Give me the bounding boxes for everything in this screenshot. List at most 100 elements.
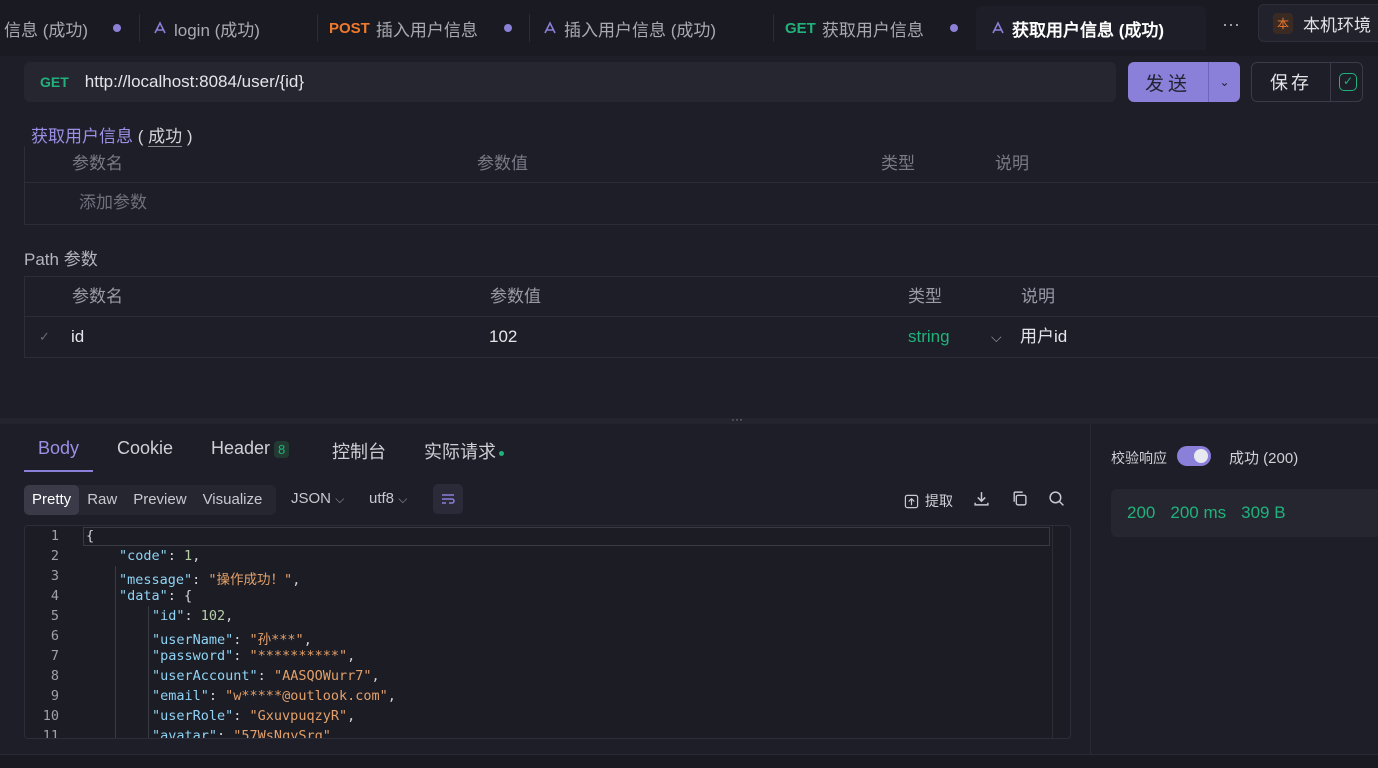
save-label: 保存 [1270, 73, 1312, 93]
code-line: { [86, 528, 95, 544]
extract-button[interactable]: 提取 [904, 491, 953, 511]
indent-guide [115, 566, 116, 738]
tab-request-0[interactable]: 信息 (成功) [0, 6, 140, 50]
example-icon [154, 21, 166, 34]
tab-cookie-label: Cookie [117, 438, 174, 458]
chevron-down-icon[interactable]: ⌵ [991, 317, 1002, 357]
breadcrumb-name[interactable]: 获取用户信息 [31, 127, 133, 146]
add-param-row[interactable]: 添加参数 [25, 183, 1378, 223]
format-select[interactable]: JSON ⌵ [291, 490, 344, 507]
search-icon[interactable] [1048, 490, 1065, 512]
tab-request-2[interactable]: POST 插入用户信息 [318, 6, 530, 50]
tab-request-4[interactable]: GET 获取用户信息 [774, 6, 974, 50]
url-bar[interactable]: GET http://localhost:8084/user/{id} [24, 62, 1116, 102]
environment-selector[interactable]: 本 本机环境 [1258, 4, 1378, 42]
env-label: 本机环境 [1303, 15, 1372, 35]
line-number: 6 [50, 628, 59, 644]
tab-label: 插入用户信息 (成功) [564, 20, 717, 40]
download-icon[interactable] [973, 490, 990, 512]
check-circle-icon[interactable]: ✓ [1339, 73, 1357, 91]
column-header: 参数值 [490, 287, 541, 306]
code-line: "code": 1, [119, 548, 201, 564]
validation-result: 成功 (200) [1229, 450, 1299, 467]
query-params-table: 参数名 参数值 类型 说明 添加参数 [24, 146, 1378, 225]
tab-cookie[interactable]: Cookie [117, 438, 173, 459]
format-label: JSON [291, 490, 332, 507]
more-icon: ··· [1222, 14, 1240, 34]
tab-request-1[interactable]: login (成功) [140, 6, 318, 50]
tab-request-5-active[interactable]: 获取用户信息 (成功) [976, 6, 1206, 50]
add-param-input[interactable]: 添加参数 [79, 183, 147, 223]
encoding-select[interactable]: utf8 ⌵ [369, 490, 407, 507]
status-bar [0, 754, 1378, 768]
save-button[interactable]: 保存 ✓ [1251, 62, 1363, 102]
unsaved-dot-icon [950, 24, 958, 32]
tab-request-3[interactable]: 插入用户信息 (成功) [530, 6, 774, 50]
validate-label: 校验响应 [1111, 450, 1167, 466]
example-icon [992, 21, 1004, 34]
line-number: 5 [50, 608, 59, 624]
param-type-select[interactable]: string [908, 317, 950, 357]
tab-label: 获取用户信息 [821, 20, 924, 40]
validate-toggle[interactable] [1177, 446, 1211, 466]
extract-icon [904, 494, 919, 508]
wrap-lines-icon [442, 494, 455, 504]
wrap-toggle-button[interactable] [433, 484, 463, 514]
response-body-editor[interactable]: 1 {2 "code": 1, 3 "message": "操作成功！", 4 "data"… [24, 525, 1071, 739]
view-mode-pretty[interactable]: Pretty [24, 485, 80, 515]
line-number: 10 [42, 708, 59, 724]
method-select[interactable]: GET [40, 74, 69, 90]
unsaved-dot-icon [113, 24, 121, 32]
param-name[interactable]: id [71, 317, 84, 357]
more-tabs-button[interactable]: ··· [1222, 14, 1240, 35]
extract-label: 提取 [925, 493, 953, 509]
url-input[interactable]: http://localhost:8084/user/{id} [85, 72, 304, 92]
method-badge: POST [329, 19, 370, 37]
row-checkbox-icon[interactable]: ✓ [39, 317, 50, 357]
header-count-badge: 8 [274, 441, 290, 458]
tab-header-label: Header [211, 438, 271, 458]
example-icon [544, 21, 556, 34]
column-header: 参数名 [72, 154, 123, 173]
view-mode-preview[interactable]: Preview [125, 485, 194, 515]
line-number: 2 [50, 548, 59, 564]
response-time: 200 ms [1170, 503, 1227, 522]
breadcrumb-status[interactable]: 成功 [148, 127, 183, 147]
column-header: 类型 [881, 154, 915, 173]
send-label: 发送 [1144, 73, 1191, 95]
status-code: 200 [1127, 503, 1156, 522]
line-number: 9 [50, 688, 59, 704]
copy-icon[interactable] [1011, 490, 1028, 512]
column-header: 参数值 [477, 154, 528, 173]
env-badge: 本 [1273, 12, 1294, 34]
tab-console[interactable]: 控制台 [332, 438, 386, 464]
tab-body[interactable]: Body [38, 438, 79, 459]
line-number: 7 [50, 648, 59, 664]
chevron-down-icon: ⌵ [335, 492, 345, 506]
breadcrumb: 获取用户信息 ( 成功 ) [31, 127, 193, 147]
method-badge: GET [785, 19, 816, 37]
line-number: 1 [50, 528, 59, 544]
param-description[interactable]: 用户id [1020, 317, 1067, 357]
tab-label: login (成功) [174, 20, 260, 40]
code-line: "data": { [119, 588, 193, 604]
active-tab-underline [24, 470, 93, 472]
chevron-down-icon: ⌵ [398, 492, 408, 506]
code-line: "id": 102, [152, 608, 234, 624]
scrollbar-track[interactable] [1052, 526, 1070, 738]
chevron-down-icon[interactable]: ⌄ [1209, 75, 1240, 89]
status-dot-icon [499, 450, 504, 456]
line-number: 4 [50, 588, 59, 604]
tab-label: 插入用户信息 [375, 20, 478, 40]
tab-actual-request[interactable]: 实际请求 [424, 438, 504, 464]
view-mode-raw[interactable]: Raw [79, 485, 125, 515]
path-params-title: Path 参数 [24, 250, 98, 269]
param-value[interactable]: 102 [489, 317, 517, 357]
tab-label: 信息 (成功) [4, 20, 89, 40]
line-number: 8 [50, 668, 59, 684]
tab-label: 获取用户信息 (成功) [1012, 20, 1165, 40]
tab-header[interactable]: Header 8 [211, 438, 290, 459]
view-mode-visualize[interactable]: Visualize [195, 485, 271, 515]
send-button[interactable]: 发送 ⌄ [1128, 62, 1240, 102]
table-row: ✓ id 102 string ⌵ 用户id [25, 317, 1378, 357]
